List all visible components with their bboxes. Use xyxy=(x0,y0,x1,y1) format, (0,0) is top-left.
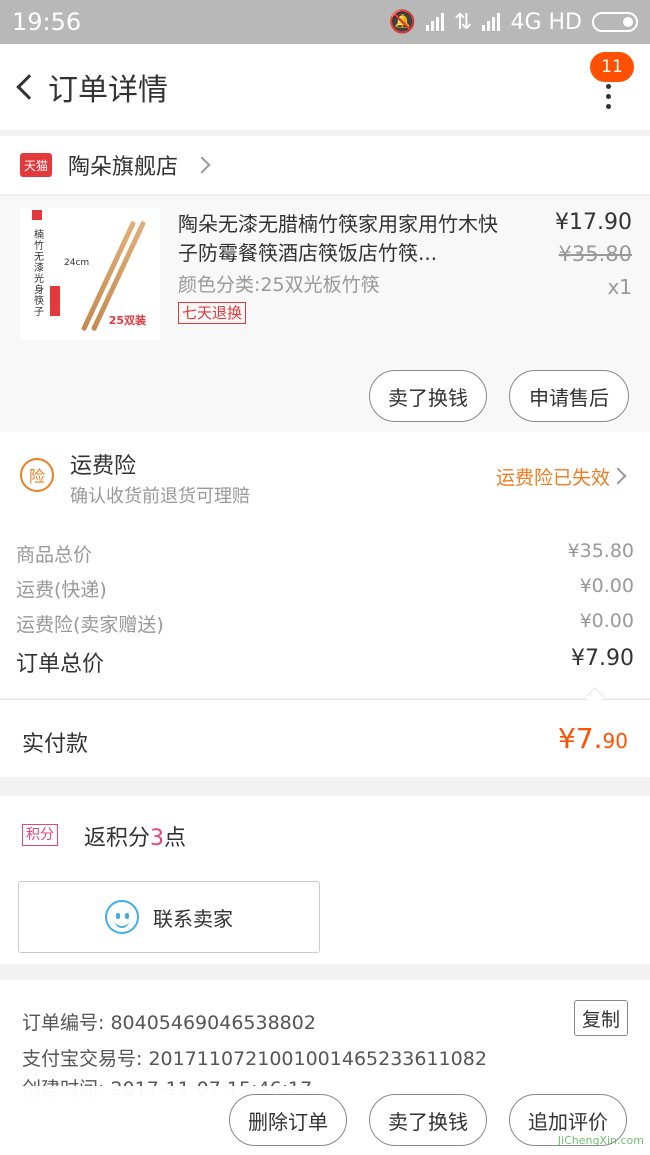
image-dimension: 24cm xyxy=(64,258,90,268)
notification-badge: 11 xyxy=(590,52,634,82)
alipay-transaction-number: 支付宝交易号: 2017110721001001465233611082 xyxy=(22,1048,487,1070)
order-total-row: 订单总价 ¥7.90 xyxy=(16,646,634,678)
back-button[interactable] xyxy=(4,44,48,130)
shipping-fee-value: ¥0.00 xyxy=(579,575,634,597)
insurance-title: 运费险 xyxy=(70,454,137,479)
tmall-logo-icon: 天猫 xyxy=(20,153,52,177)
insurance-status: 运费险已失效 xyxy=(495,467,610,489)
goods-total-row: 商品总价 ¥35.80 xyxy=(16,540,634,567)
actual-payment-label: 实付款 xyxy=(22,732,89,757)
actual-payment-row xyxy=(0,699,650,777)
return-policy-tag: 七天退换 xyxy=(178,302,247,324)
copy-button[interactable]: 复制 xyxy=(574,1000,628,1036)
data-arrows-icon: ⇅ xyxy=(454,9,473,35)
points-prefix: 返积分 xyxy=(84,826,151,851)
contact-seller-button[interactable]: 联系卖家 xyxy=(18,881,320,953)
product-name[interactable]: 陶朵无漆无腊楠竹筷家用家用竹木快子防霉餐筷酒店筷饭店竹筷... xyxy=(178,210,508,268)
delete-order-button[interactable]: 删除订单 xyxy=(229,1094,347,1146)
points-badge: 积分 xyxy=(22,824,58,846)
mute-icon: 🔕 xyxy=(388,9,417,35)
actual-payment-amount: ¥7.90 xyxy=(558,722,628,755)
shipping-fee-row: 运费(快递) ¥0.00 xyxy=(16,575,634,602)
points-number: 3 xyxy=(150,826,165,851)
order-total-label: 订单总价 xyxy=(16,652,105,677)
status-bar: 19:56 🔕 ⇅ 4G HD xyxy=(0,0,650,44)
product-original-price: ¥35.80 xyxy=(558,242,632,266)
order-total-value: ¥7.90 xyxy=(571,646,634,671)
product-price: ¥17.90 xyxy=(555,210,632,235)
order-number: 订单编号: 80405469046538802 xyxy=(22,1012,316,1034)
product-attribute: 颜色分类:25双光板竹筷 xyxy=(178,274,380,296)
insurance-fee-value: ¥0.00 xyxy=(579,610,634,632)
amount-decimal: 90 xyxy=(602,729,628,753)
image-count-label: 25双装 xyxy=(108,314,146,327)
product-image[interactable]: 楠竹无漆光身筷子 24cm 25双装 xyxy=(20,208,160,340)
status-time: 19:56 xyxy=(12,8,82,36)
more-menu-button[interactable] xyxy=(596,76,620,116)
status-icons: 🔕 ⇅ 4G HD xyxy=(389,10,638,35)
amount-main: ¥7. xyxy=(558,722,603,755)
chat-face-icon xyxy=(105,900,139,934)
goods-total-value: ¥35.80 xyxy=(567,540,634,562)
signal-icon xyxy=(426,13,445,31)
product-quantity: x1 xyxy=(607,275,632,299)
sell-for-cash-button[interactable]: 卖了换钱 xyxy=(369,370,487,422)
goods-total-label: 商品总价 xyxy=(16,544,93,566)
network-type: 4G HD xyxy=(510,9,582,35)
shipping-fee-label: 运费(快递) xyxy=(16,579,107,601)
image-decoration xyxy=(32,210,42,220)
battery-icon xyxy=(592,12,638,32)
title-bar: 订单详情 11 xyxy=(0,44,650,130)
page-title: 订单详情 xyxy=(48,73,168,108)
signal-icon-2 xyxy=(482,13,501,31)
shop-name: 陶朵旗舰店 xyxy=(68,155,179,180)
image-tag xyxy=(50,286,60,316)
chevron-right-icon xyxy=(193,156,211,174)
insurance-fee-label: 运费险(卖家赠送) xyxy=(16,614,164,636)
points-text: 返积分3点 xyxy=(84,820,186,852)
points-suffix: 点 xyxy=(164,826,187,851)
back-arrow-icon xyxy=(16,74,42,100)
watermark: JiChengXin.com xyxy=(557,1134,644,1147)
sell-for-cash-button-bottom[interactable]: 卖了换钱 xyxy=(369,1094,487,1146)
insurance-subtitle: 确认收货前退货可理赔 xyxy=(70,486,250,507)
image-text: 楠竹无漆光身筷子 xyxy=(34,230,44,318)
after-sale-button[interactable]: 申请售后 xyxy=(509,370,629,422)
shop-row[interactable]: 天猫 陶朵旗舰店 xyxy=(0,136,650,194)
insurance-fee-row: 运费险(卖家赠送) ¥0.00 xyxy=(16,610,634,637)
contact-seller-label: 联系卖家 xyxy=(153,906,233,931)
insurance-icon: 险 xyxy=(20,458,54,492)
